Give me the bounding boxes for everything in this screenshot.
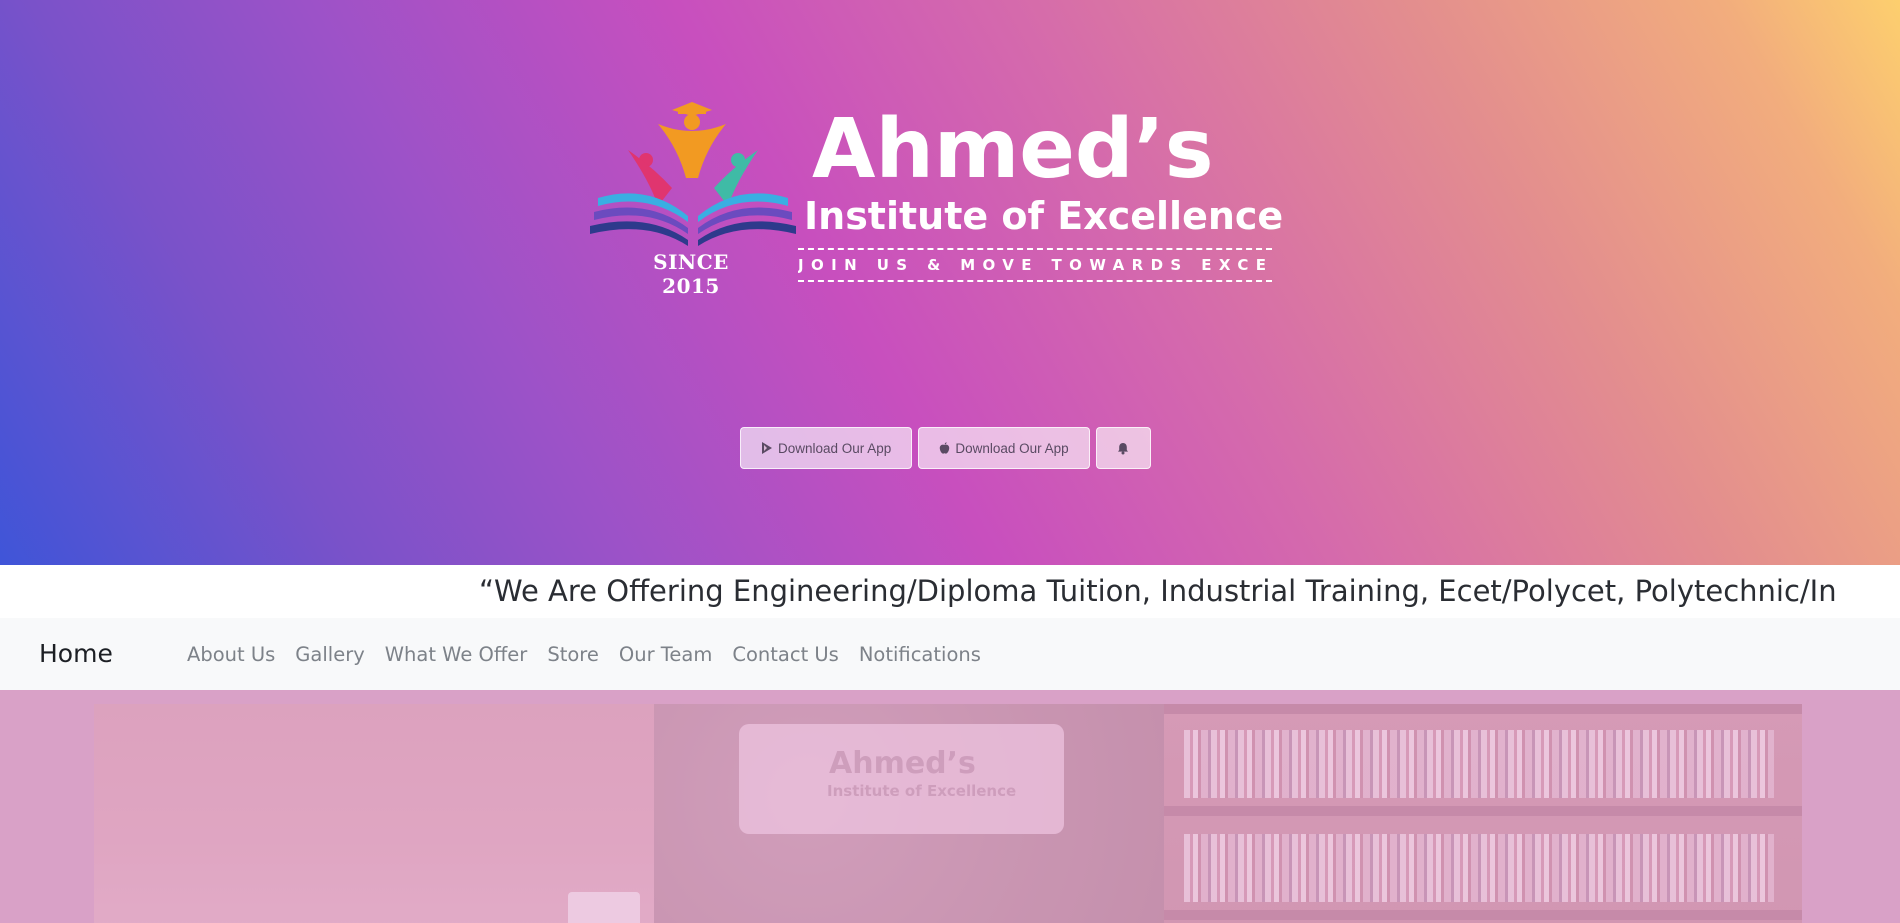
nav-item-contact-us[interactable]: Contact Us — [722, 643, 849, 666]
institute-subtitle: Institute of Excellence — [804, 194, 1284, 238]
main-navbar: Home About Us Gallery What We Offer Stor… — [0, 618, 1900, 691]
google-play-download-button[interactable]: Download Our App — [740, 427, 913, 469]
app-store-button-label: Download Our App — [955, 440, 1069, 456]
institute-tagline: JOIN US & MOVE TOWARDS EXCELLENCE — [798, 248, 1272, 282]
bell-icon — [1118, 442, 1129, 454]
nav-item-gallery[interactable]: Gallery — [285, 643, 374, 666]
photo-tint-overlay — [94, 704, 1802, 923]
nav-item-about-us[interactable]: About Us — [177, 643, 285, 666]
app-download-buttons: Download Our App Download Our App — [740, 427, 1151, 469]
nav-item-our-team[interactable]: Our Team — [609, 643, 722, 666]
nav-brand-home[interactable]: Home — [39, 618, 113, 690]
institute-name: Ahmed’s — [812, 102, 1214, 197]
notification-bell-button[interactable] — [1095, 427, 1151, 469]
hero-banner: SINCE 2015 Ahmed’s Institute of Excellen… — [0, 0, 1900, 565]
google-play-icon — [762, 442, 772, 454]
institute-logo: SINCE 2015 Ahmed’s Institute of Excellen… — [588, 98, 1288, 298]
nav-item-notifications[interactable]: Notifications — [849, 643, 991, 666]
nav-item-what-we-offer[interactable]: What We Offer — [375, 643, 538, 666]
marquee-text: “We Are Offering Engineering/Diploma Tui… — [479, 574, 1837, 608]
nav-item-store[interactable]: Store — [537, 643, 609, 666]
nav-menu: About Us Gallery What We Offer Store Our… — [177, 618, 991, 690]
announcement-marquee: “We Are Offering Engineering/Diploma Tui… — [0, 565, 1900, 618]
book-people-emblem-icon — [590, 102, 796, 246]
hero-photo-section: Ahmed’s Institute of Excellence — [0, 690, 1900, 923]
apple-icon — [940, 442, 950, 454]
google-play-button-label: Download Our App — [778, 440, 892, 456]
since-year-label: SINCE 2015 — [653, 250, 729, 298]
institute-photo: Ahmed’s Institute of Excellence — [94, 704, 1802, 923]
app-store-download-button[interactable]: Download Our App — [918, 427, 1090, 469]
